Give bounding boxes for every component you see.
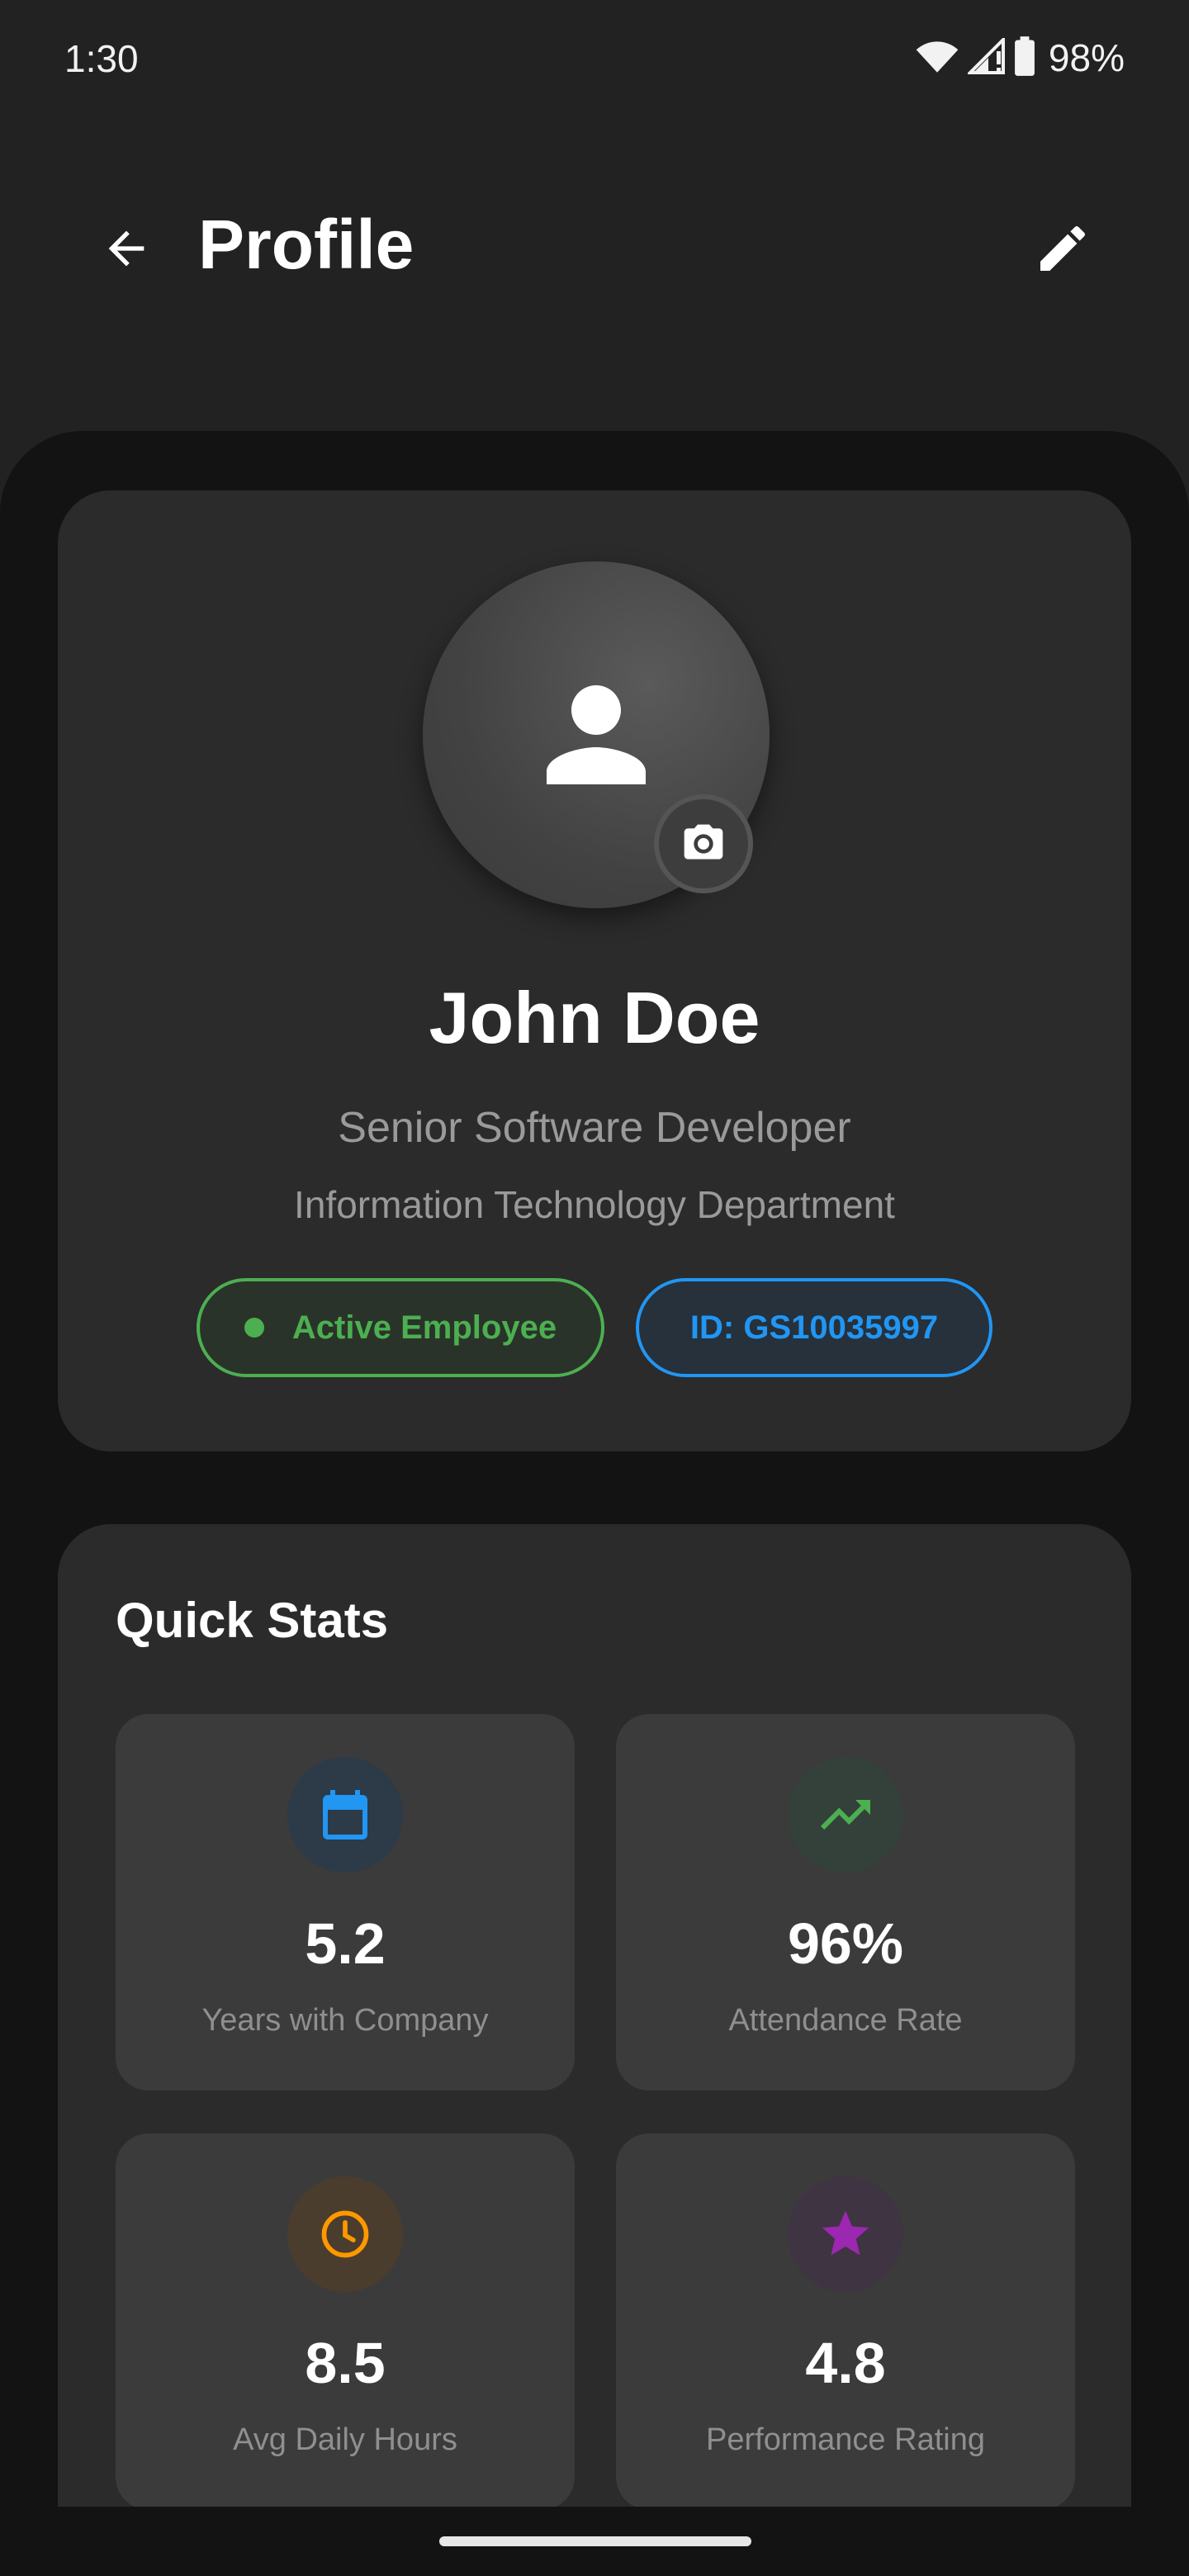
arrow-back-icon bbox=[108, 230, 144, 267]
pencil-icon bbox=[1040, 225, 1086, 271]
stat-tile-attendance[interactable]: 96% Attendance Rate bbox=[616, 1714, 1075, 2091]
profile-department: Information Technology Department bbox=[294, 1183, 895, 1226]
home-indicator[interactable] bbox=[439, 2536, 751, 2546]
signal-icon bbox=[966, 35, 1006, 78]
stat-value: 5.2 bbox=[305, 1911, 386, 1976]
wifi-icon bbox=[915, 38, 959, 78]
stat-label: Attendance Rate bbox=[728, 2003, 963, 2038]
stat-icon-bg bbox=[287, 1757, 403, 1873]
stat-value: 4.8 bbox=[805, 2331, 886, 2395]
stat-value: 8.5 bbox=[305, 2331, 386, 2395]
status-badge-label: Active Employee bbox=[291, 1309, 557, 1346]
status-bar: 1:30 98% bbox=[0, 0, 1189, 116]
back-button[interactable] bbox=[89, 211, 163, 286]
status-icons: 98% bbox=[915, 33, 1125, 83]
stat-label: Years with Company bbox=[201, 2003, 489, 2038]
edit-button[interactable] bbox=[1026, 211, 1100, 286]
system-nav-bar bbox=[0, 2507, 1189, 2576]
battery-icon bbox=[1014, 36, 1035, 80]
profile-role: Senior Software Developer bbox=[338, 1104, 851, 1152]
profile-name: John Doe bbox=[429, 977, 760, 1058]
stat-label: Avg Daily Hours bbox=[233, 2422, 457, 2457]
employee-id-label: ID: GS10035997 bbox=[689, 1309, 939, 1346]
calendar-icon bbox=[323, 1790, 367, 1840]
change-photo-button[interactable] bbox=[654, 794, 753, 893]
stat-tile-years[interactable]: 5.2 Years with Company bbox=[116, 1714, 575, 2091]
status-time: 1:30 bbox=[64, 37, 139, 80]
status-dot bbox=[244, 1318, 264, 1338]
stat-value: 96% bbox=[787, 1911, 904, 1976]
page-title: Profile bbox=[198, 206, 414, 283]
app-bar: Profile bbox=[0, 165, 1189, 330]
star-icon bbox=[822, 2210, 869, 2256]
quick-stats-title: Quick Stats bbox=[116, 1593, 389, 1648]
stat-icon-bg bbox=[788, 2176, 903, 2292]
stat-icon-bg bbox=[788, 1757, 903, 1873]
stat-icon-bg bbox=[287, 2176, 403, 2292]
stat-tile-performance[interactable]: 4.8 Performance Rating bbox=[616, 2133, 1075, 2510]
clock-icon bbox=[321, 2210, 369, 2258]
battery-percent: 98% bbox=[1048, 36, 1125, 79]
profile-card: John Doe Senior Software Developer Infor… bbox=[58, 490, 1131, 1451]
stat-label: Performance Rating bbox=[706, 2422, 985, 2457]
status-badge: Active Employee bbox=[197, 1278, 604, 1377]
trending-up-icon bbox=[821, 1800, 870, 1830]
person-icon bbox=[547, 685, 646, 784]
profile-screen: 1:30 98% Profile John Doe Senior Softwar… bbox=[0, 0, 1189, 2576]
quick-stats-card: Quick Stats 5.2 Years with Company 96% A… bbox=[58, 1524, 1131, 2576]
stat-tile-hours[interactable]: 8.5 Avg Daily Hours bbox=[116, 2133, 575, 2510]
camera-icon bbox=[684, 824, 723, 859]
employee-id-badge: ID: GS10035997 bbox=[636, 1278, 992, 1377]
